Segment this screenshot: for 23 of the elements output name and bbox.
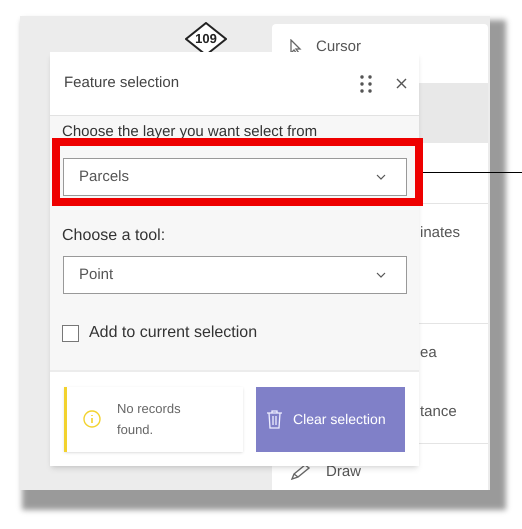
menu-item-label[interactable]: tance [420,403,457,421]
menu-item-label[interactable]: ea [420,344,437,362]
cursor-icon [290,39,302,55]
menu-item-label[interactable]: Draw [326,463,362,481]
pencil-icon [290,463,312,481]
drag-handle-icon[interactable] [360,74,372,92]
layer-label: Choose the layer you want select from [62,122,318,142]
menu-item-label[interactable]: Cursor [316,38,362,56]
notice-text: No records found. [117,400,182,439]
dialog-title: Feature selection [64,73,180,94]
checkbox[interactable] [62,324,79,342]
chevron-down-icon [376,174,386,180]
trash-icon [266,409,283,429]
close-icon[interactable] [396,78,407,89]
menu-item-label[interactable]: inates [420,224,460,242]
info-icon [83,410,101,428]
tool-dropdown[interactable]: Point [63,256,407,294]
tool-label: Choose a tool: [62,226,166,246]
chevron-down-icon [376,272,386,278]
route-number: 109 [194,31,218,47]
clear-selection-button[interactable]: Clear selection [256,386,405,452]
checkbox-label[interactable]: Add to current selection [89,321,258,345]
layer-dropdown[interactable]: Parcels [63,158,407,196]
